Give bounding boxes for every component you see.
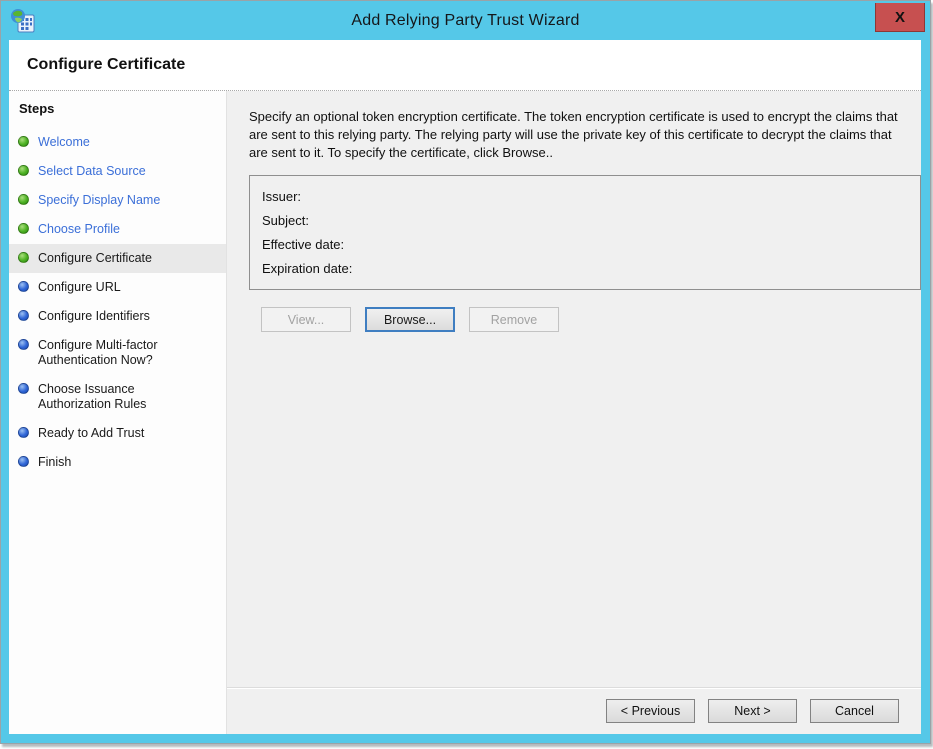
step-label: Configure Multi-factor Authentication No… (38, 338, 218, 368)
subject-label: Subject: (262, 209, 309, 233)
view-button[interactable]: View... (261, 307, 351, 332)
steps-sidebar: Steps Welcome Select Data Source Specify D… (9, 91, 227, 734)
cancel-button[interactable]: Cancel (810, 699, 899, 723)
next-button[interactable]: Next > (708, 699, 797, 723)
remove-button[interactable]: Remove (469, 307, 559, 332)
wizard-navigation: < Previous Next > Cancel (227, 689, 921, 734)
pending-step-icon (18, 383, 29, 394)
title-bar: Add Relying Party Trust Wizard X (1, 1, 930, 40)
step-label: Configure Identifiers (38, 309, 174, 324)
step-label: Ready to Add Trust (38, 426, 168, 441)
sidebar-step-select-data-source[interactable]: Select Data Source (9, 157, 226, 186)
sidebar-step-choose-issuance-authorization-rules: Choose Issuance Authorization Rules (9, 375, 226, 419)
sidebar-step-configure-multi-factor-authentication-now: Configure Multi-factor Authentication No… (9, 331, 226, 375)
step-label: Finish (38, 455, 95, 470)
main-pane: Specify an optional token encryption cer… (227, 91, 921, 734)
issuer-label: Issuer: (262, 185, 301, 209)
window-title: Add Relying Party Trust Wizard (351, 12, 579, 30)
sidebar-step-configure-url: Configure URL (9, 273, 226, 302)
effective-date-value (344, 233, 350, 257)
expiration-date-label: Expiration date: (262, 257, 352, 281)
step-label: Specify Display Name (38, 193, 184, 208)
sidebar-step-specify-display-name[interactable]: Specify Display Name (9, 186, 226, 215)
pending-step-icon (18, 339, 29, 350)
certificate-action-row: View... Browse... Remove (261, 307, 911, 332)
page-title: Configure Certificate (27, 56, 185, 74)
certificate-issuer-row: Issuer: (262, 185, 908, 209)
adfs-wizard-icon (10, 8, 35, 33)
completed-step-icon (18, 194, 29, 205)
certificate-subject-row: Subject: (262, 209, 908, 233)
step-label: Choose Profile (38, 222, 144, 237)
pending-step-icon (18, 456, 29, 467)
step-label: Select Data Source (38, 164, 170, 179)
browse-button[interactable]: Browse... (365, 307, 455, 332)
completed-step-icon (18, 165, 29, 176)
certificate-effective-date-row: Effective date: (262, 233, 908, 257)
completed-step-icon (18, 136, 29, 147)
sidebar-step-configure-identifiers: Configure Identifiers (9, 302, 226, 331)
sidebar-step-ready-to-add-trust: Ready to Add Trust (9, 419, 226, 448)
step-label: Choose Issuance Authorization Rules (38, 382, 218, 412)
pending-step-icon (18, 281, 29, 292)
step-label: Configure URL (38, 280, 145, 295)
completed-step-icon (18, 252, 29, 263)
step-label: Configure Certificate (38, 251, 176, 266)
wizard-window: Add Relying Party Trust Wizard X Configu… (0, 0, 931, 744)
sidebar-step-choose-profile[interactable]: Choose Profile (9, 215, 226, 244)
sidebar-step-welcome[interactable]: Welcome (9, 128, 226, 157)
certificate-expiration-date-row: Expiration date: (262, 257, 908, 281)
effective-date-label: Effective date: (262, 233, 344, 257)
page-header: Configure Certificate (9, 40, 921, 91)
sidebar-step-configure-certificate: Configure Certificate (9, 244, 226, 273)
certificate-info-box: Issuer: Subject: Effective date: Ex (249, 175, 921, 290)
pending-step-icon (18, 427, 29, 438)
steps-heading: Steps (9, 99, 226, 118)
wizard-panel: Configure Certificate Steps Welcome Selec… (9, 40, 921, 734)
description-text: Specify an optional token encryption cer… (249, 108, 911, 162)
close-button[interactable]: X (875, 3, 925, 32)
steps-list: Welcome Select Data Source Specify Display… (9, 128, 226, 477)
step-label: Welcome (38, 135, 114, 150)
pending-step-icon (18, 310, 29, 321)
issuer-value (301, 185, 307, 209)
sidebar-step-finish: Finish (9, 448, 226, 477)
subject-value (309, 209, 315, 233)
completed-step-icon (18, 223, 29, 234)
expiration-date-value (352, 257, 358, 281)
previous-button[interactable]: < Previous (606, 699, 695, 723)
